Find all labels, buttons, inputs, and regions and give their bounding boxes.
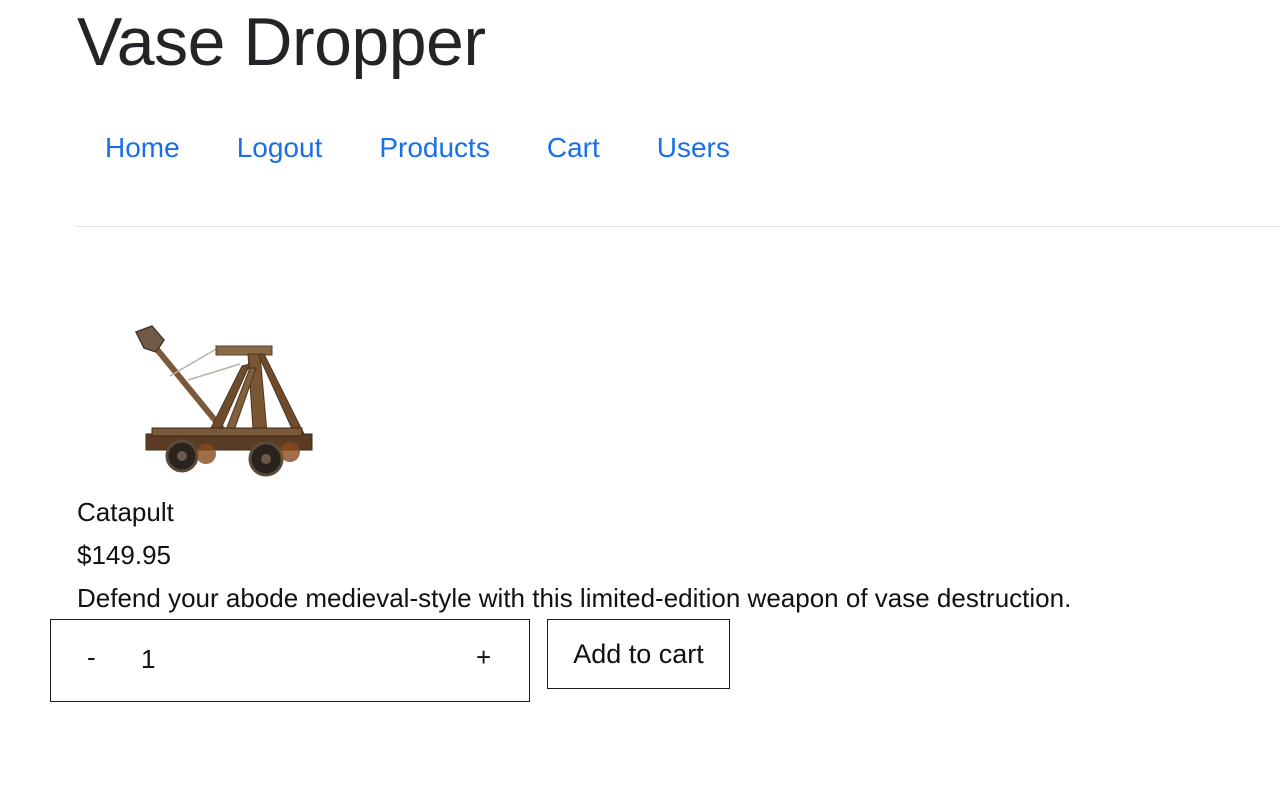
nav-link-home[interactable]: Home — [105, 130, 180, 166]
product-price: $149.95 — [77, 540, 171, 570]
nav-link-products[interactable]: Products — [379, 130, 490, 166]
product-image — [130, 318, 320, 483]
header-divider — [76, 226, 1280, 227]
product-description: Defend your abode medieval-style with th… — [77, 583, 1072, 613]
quantity-stepper: - 1 + — [50, 619, 530, 702]
catapult-image — [134, 325, 313, 477]
product-name: Catapult — [77, 497, 174, 527]
quantity-increment-button[interactable]: + — [476, 642, 491, 672]
nav-link-users[interactable]: Users — [657, 130, 730, 166]
main-nav: Home Logout Products Cart Users — [105, 130, 787, 166]
quantity-decrement-button[interactable]: - — [87, 642, 96, 672]
site-title: Vase Dropper — [77, 4, 486, 80]
quantity-value[interactable]: 1 — [141, 644, 155, 674]
page: Vase Dropper Home Logout Products Cart U… — [0, 0, 1280, 800]
nav-link-logout[interactable]: Logout — [237, 130, 323, 166]
add-to-cart-button[interactable]: Add to cart — [547, 619, 730, 689]
nav-link-cart[interactable]: Cart — [547, 130, 600, 166]
